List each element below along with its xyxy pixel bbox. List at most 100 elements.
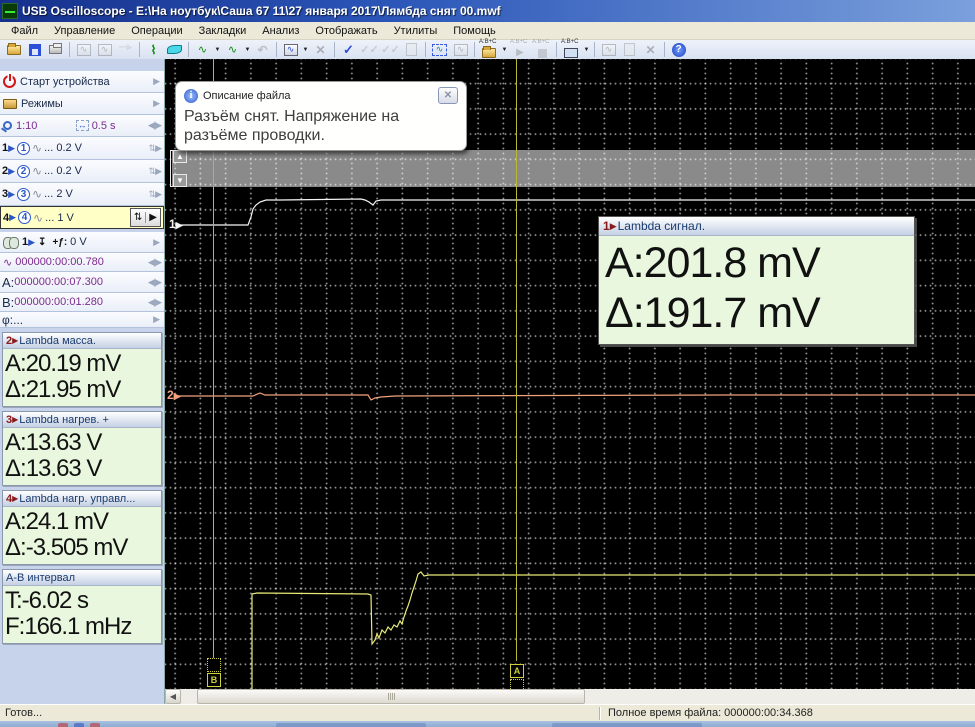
print-button[interactable]	[45, 41, 66, 58]
cursor-b-flag[interactable]: B	[207, 673, 221, 687]
channel-row-3[interactable]: 3▶ 3 ∿ ... 2 V ⇅▶	[0, 183, 164, 206]
menu-bookmarks[interactable]: Закладки	[192, 23, 254, 39]
chevron-right-icon[interactable]: ▶	[145, 212, 160, 223]
coupling-wave-icon[interactable]: ∿	[32, 141, 42, 155]
phase-row[interactable]: φ: ... ▶	[0, 312, 164, 328]
channel-stepper[interactable]: ⇅▶	[149, 166, 162, 177]
tray-icon[interactable]	[90, 723, 100, 727]
taskbar-button[interactable]	[552, 723, 702, 727]
menu-operations[interactable]: Операции	[124, 23, 189, 39]
updown-icon[interactable]: ⇅	[131, 212, 145, 223]
stepper-arrows[interactable]: ◀|▶	[148, 297, 162, 308]
cursor-b-row[interactable]: B: 000000:00:01.280 ◀|▶	[0, 293, 164, 312]
delete-button[interactable]: ✕	[640, 41, 661, 58]
script-monitor-button[interactable]: A:B+C	[560, 40, 582, 59]
channel-stepper[interactable]: ⇅▶	[149, 189, 162, 200]
confirm-button[interactable]: ✓	[338, 41, 359, 58]
cursor-a-row[interactable]: A: 000000:00:07.300 ◀|▶	[0, 272, 164, 293]
waveform-copy-button[interactable]: ∿	[94, 41, 115, 58]
undo-button[interactable]: ↶	[252, 41, 273, 58]
report-button[interactable]	[401, 41, 422, 58]
scale-down-button[interactable]: ∿	[222, 41, 243, 58]
channel-range-value[interactable]: ... 1 V	[45, 212, 74, 224]
cursor-a-flag[interactable]: A	[510, 664, 524, 678]
chevron-right-icon[interactable]: ▶	[153, 76, 162, 87]
scroll-thumb[interactable]	[197, 689, 585, 704]
selection-box-button[interactable]: ∿	[429, 41, 450, 58]
overlay-button[interactable]: ∿	[280, 41, 301, 58]
script-open-button[interactable]: A:B+C	[478, 40, 500, 59]
start-device-row[interactable]: Старт устройства ▶	[0, 71, 164, 93]
script-monitor-dropdown[interactable]: ▼	[582, 47, 591, 53]
coupling-wave-icon[interactable]: ∿	[32, 164, 42, 178]
cursor-a-handle[interactable]	[510, 679, 524, 689]
cursor-a-value[interactable]: 000000:00:07.300	[14, 276, 103, 288]
stepper-arrows[interactable]: ◀|▶	[148, 120, 162, 131]
search-wave-button[interactable]: ∿	[450, 41, 471, 58]
tray-icon[interactable]	[58, 723, 68, 727]
channel-input-icon[interactable]: 1	[17, 142, 30, 155]
script-stop-button[interactable]: A:B+C	[531, 40, 553, 59]
remove-overlay-button[interactable]: ✕	[310, 41, 331, 58]
channel-stepper[interactable]: ⇅▶	[149, 143, 162, 154]
menu-utilities[interactable]: Утилиты	[387, 23, 445, 39]
overlay-dropdown[interactable]: ▼	[301, 47, 310, 53]
measure-panel-ab-interval[interactable]: A-B интервал T:-6.02 s F:166.1 mHz	[2, 569, 162, 644]
channel-input-icon[interactable]: 3	[17, 188, 30, 201]
falling-edge-icon[interactable]: ↧	[38, 237, 46, 248]
time-position-row[interactable]: ∿ 000000:00:00.780 ◀|▶	[0, 253, 164, 272]
notes-button[interactable]	[619, 41, 640, 58]
channel-row-1[interactable]: 1▶ 1 ∿ ... 0.2 V ⇅▶	[0, 137, 164, 160]
channel-range-value[interactable]: ... 0.2 V	[44, 165, 82, 177]
script-play-button[interactable]: A:B+C▶	[509, 40, 531, 59]
menu-help[interactable]: Помощь	[446, 23, 503, 39]
confirm-all-button[interactable]: ✓✓	[359, 41, 380, 58]
stepper-arrows[interactable]: ◀|▶	[148, 257, 162, 268]
chevron-right-icon[interactable]: ▶	[153, 237, 162, 248]
time-div-value[interactable]: 0.5 s	[92, 120, 116, 132]
channel-1-marker[interactable]: 1▶	[169, 217, 183, 231]
waveform-image-button[interactable]: ∿	[73, 41, 94, 58]
channel-range-value[interactable]: ... 0.2 V	[44, 142, 82, 154]
channel-row-2[interactable]: 2▶ 2 ∿ ... 0.2 V ⇅▶	[0, 160, 164, 183]
scroll-track[interactable]	[585, 689, 975, 704]
script-open-dropdown[interactable]: ▼	[500, 47, 509, 53]
measure-panel-ch4[interactable]: 4▶ Lambda нагр. управл... A:24.1 mV Δ:-3…	[2, 490, 162, 565]
menu-analysis[interactable]: Анализ	[255, 23, 306, 39]
cursor-b-value[interactable]: 000000:00:01.280	[14, 296, 103, 308]
chevron-right-icon[interactable]: ▶	[153, 98, 162, 109]
channel-row-4-selected[interactable]: 4▶ 4 ∿ ... 1 V ⇅▶	[0, 206, 164, 229]
cursor-a-line[interactable]	[516, 59, 517, 661]
time-position-value[interactable]: 000000:00:00.780	[15, 256, 104, 268]
menu-control[interactable]: Управление	[47, 23, 122, 39]
channel-2-marker[interactable]: 2▶	[167, 388, 181, 402]
menu-display[interactable]: Отображать	[308, 23, 384, 39]
lambda-signal-overlay[interactable]: 1▶ Lambda сигнал. A:201.8 mV Δ:191.7 mV	[598, 216, 915, 345]
channel-input-icon[interactable]: 4	[18, 211, 31, 224]
cursor-b-handle[interactable]	[207, 658, 221, 672]
scale-up-dropdown[interactable]: ▼	[213, 47, 222, 53]
scale-down-dropdown[interactable]: ▼	[243, 47, 252, 53]
zoom-ratio-value[interactable]: 1:10	[16, 120, 37, 132]
scale-up-button[interactable]: ∿	[192, 41, 213, 58]
trigger-row[interactable]: 1▶ ↧ +ƒ: 0 V ▶	[0, 232, 164, 253]
tools-button[interactable]	[115, 41, 136, 58]
scroll-left-button[interactable]: ◀	[165, 689, 181, 704]
measure-panel-ch2[interactable]: 2▶ Lambda масса. A:20.19 mV Δ:21.95 mV	[2, 332, 162, 407]
horizontal-scrollbar[interactable]: ◀	[165, 689, 975, 704]
save-button[interactable]	[24, 41, 45, 58]
marker-tool-button[interactable]	[164, 41, 185, 58]
windows-taskbar[interactable]	[0, 721, 975, 727]
coupling-wave-icon[interactable]: ∿	[32, 187, 42, 201]
help-button[interactable]: ?	[668, 41, 689, 58]
menu-file[interactable]: Файл	[4, 23, 45, 39]
taskbar-button[interactable]	[276, 723, 426, 727]
tray-icon[interactable]	[74, 723, 84, 727]
impulse-button[interactable]: ⌇	[143, 41, 164, 58]
scroll-track[interactable]	[181, 689, 197, 704]
confirm-next-button[interactable]: ✓✓	[380, 41, 401, 58]
modes-row[interactable]: Режимы ▶	[0, 93, 164, 115]
channel-input-icon[interactable]: 2	[17, 165, 30, 178]
chevron-right-icon[interactable]: ▶	[153, 314, 162, 325]
stepper-arrows[interactable]: ◀|▶	[148, 277, 162, 288]
